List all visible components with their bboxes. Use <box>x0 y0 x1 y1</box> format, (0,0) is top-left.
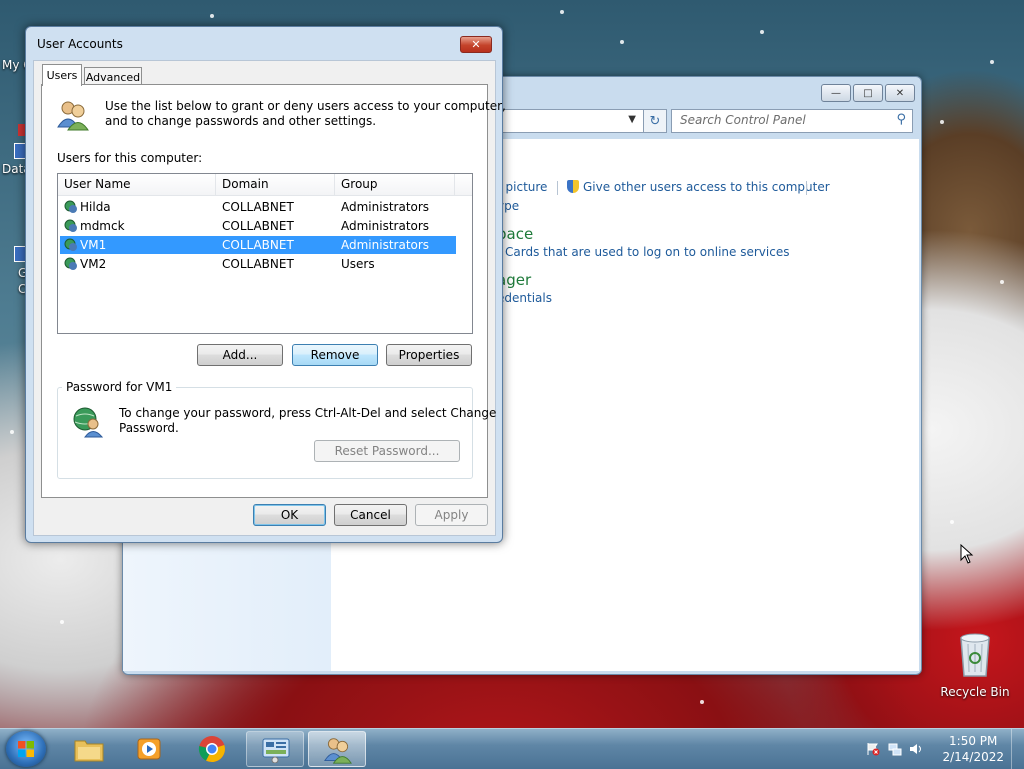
password-group-title: Password for VM1 <box>62 380 177 394</box>
apply-button[interactable]: Apply <box>415 504 488 526</box>
show-desktop-button[interactable] <box>1011 729 1024 769</box>
intro-text-line1: Use the list below to grant or deny user… <box>105 99 506 113</box>
table-row[interactable]: VM2 COLLABNET Users <box>60 255 456 273</box>
taskbar-media-player[interactable] <box>120 731 178 767</box>
group-cell: Users <box>341 257 375 271</box>
system-tray: 1:50 PM 2/14/2022 <box>854 729 1024 769</box>
link-credentials[interactable]: edentials <box>497 291 552 305</box>
group-cell: Administrators <box>341 238 430 252</box>
user-globe-icon <box>64 257 77 270</box>
taskbar-explorer[interactable] <box>60 731 118 767</box>
password-groupbox: Password for VM1 To change your password… <box>57 380 496 479</box>
user-name-cell: VM1 <box>80 238 107 252</box>
network-icon[interactable] <box>888 742 902 756</box>
snowflake <box>1000 280 1004 284</box>
snowflake <box>210 14 214 18</box>
taskbar-user-accounts[interactable] <box>308 731 366 767</box>
column-header-domain[interactable]: Domain <box>216 174 335 195</box>
users-group-icon <box>57 101 89 131</box>
column-header-user-name[interactable]: User Name <box>58 174 216 195</box>
user-globe-icon <box>64 238 77 251</box>
uac-shield-icon <box>567 180 579 193</box>
snowflake <box>700 700 704 704</box>
dropdown-arrow-icon[interactable]: ▼ <box>628 114 636 125</box>
taskbar: 1:50 PM 2/14/2022 <box>0 728 1024 769</box>
folder-icon <box>74 740 104 762</box>
snowflake <box>760 30 764 34</box>
table-row[interactable]: mdmck COLLABNET Administrators <box>60 217 456 235</box>
domain-cell: COLLABNET <box>222 257 294 271</box>
start-button[interactable] <box>6 731 46 767</box>
clock-date: 2/14/2022 <box>942 750 1004 764</box>
users-list[interactable]: User Name Domain Group Hilda COLLABNET A… <box>57 173 473 334</box>
snowflake <box>620 40 624 44</box>
link-give-access[interactable]: Give other users access to this computer <box>567 180 830 194</box>
snowflake <box>990 60 994 64</box>
list-header: User Name Domain Group <box>58 174 472 196</box>
refresh-icon[interactable]: ↻ <box>643 109 667 133</box>
users-group-icon <box>324 738 352 764</box>
desktop-icon-recycle-bin[interactable]: Recycle Bin <box>940 630 1010 699</box>
taskbar-control-panel[interactable] <box>246 731 304 767</box>
window-caption-buttons: — □ ✕ <box>821 84 915 102</box>
remove-user-button[interactable]: Remove <box>292 344 378 366</box>
users-list-label: Users for this computer: <box>57 151 203 165</box>
add-user-button[interactable]: Add... <box>197 344 283 366</box>
minimize-button[interactable]: — <box>821 84 851 102</box>
taskbar-chrome[interactable] <box>184 731 242 767</box>
password-help-line2: Password. <box>119 421 179 435</box>
recycle-bin-label: Recycle Bin <box>940 685 1010 699</box>
media-player-icon <box>137 738 161 760</box>
snowflake <box>60 620 64 624</box>
reset-password-button[interactable]: Reset Password... <box>314 440 460 462</box>
action-center-flag-icon[interactable] <box>866 742 880 756</box>
user-name-cell: Hilda <box>80 200 111 214</box>
snowflake <box>940 120 944 124</box>
link-separator <box>806 181 807 195</box>
volume-icon[interactable] <box>909 742 923 756</box>
ok-button[interactable]: OK <box>253 504 326 526</box>
user-name-cell: VM2 <box>80 257 107 271</box>
user-globe-icon <box>64 200 77 213</box>
maximize-button[interactable]: □ <box>853 84 883 102</box>
windows-logo-icon <box>18 741 34 757</box>
control-panel-icon <box>262 738 290 763</box>
group-cell: Administrators <box>341 219 430 233</box>
clock-time: 1:50 PM <box>949 734 998 748</box>
table-row-selected[interactable]: VM1 COLLABNET Administrators <box>60 236 456 254</box>
user-globe-icon <box>64 219 77 232</box>
close-button[interactable]: ✕ <box>885 84 915 102</box>
snowflake <box>560 10 564 14</box>
recycle-bin-icon <box>960 633 990 677</box>
domain-cell: COLLABNET <box>222 219 294 233</box>
search-icon[interactable]: ⚲ <box>896 112 906 127</box>
chrome-icon <box>198 736 225 763</box>
user-name-cell: mdmck <box>80 219 125 233</box>
user-globe-icon <box>73 407 104 438</box>
column-header-group[interactable]: Group <box>335 174 455 195</box>
dialog-client-area: Users Advanced Use the list below to gra… <box>33 60 506 536</box>
users-tab-panel: Use the list below to grant or deny user… <box>41 84 506 498</box>
domain-cell: COLLABNET <box>222 200 294 214</box>
snowflake <box>950 520 954 524</box>
snowflake <box>10 430 14 434</box>
password-help-line1: To change your password, press Ctrl-Alt-… <box>119 406 497 420</box>
cancel-button[interactable]: Cancel <box>334 504 407 526</box>
group-cell: Administrators <box>341 200 430 214</box>
link-change-picture[interactable]: t picture <box>497 180 547 194</box>
intro-text-line2: and to change passwords and other settin… <box>105 114 377 128</box>
close-button[interactable]: ✕ <box>460 36 492 53</box>
search-placeholder: Search Control Panel <box>680 113 806 127</box>
dialog-title: User Accounts <box>37 37 123 51</box>
mouse-pointer-icon <box>960 544 974 564</box>
link-cards[interactable]: Cards that are used to log on to online … <box>505 245 789 259</box>
system-clock[interactable]: 1:50 PM 2/14/2022 <box>942 733 1004 765</box>
table-row[interactable]: Hilda COLLABNET Administrators <box>60 198 456 216</box>
domain-cell: COLLABNET <box>222 238 294 252</box>
search-input[interactable]: Search Control Panel ⚲ <box>671 109 913 133</box>
user-accounts-dialog[interactable]: User Accounts ✕ Users Advanced Use the l… <box>25 26 506 543</box>
link-separator <box>557 181 558 195</box>
properties-button[interactable]: Properties <box>386 344 472 366</box>
tab-users[interactable]: Users <box>42 64 82 86</box>
